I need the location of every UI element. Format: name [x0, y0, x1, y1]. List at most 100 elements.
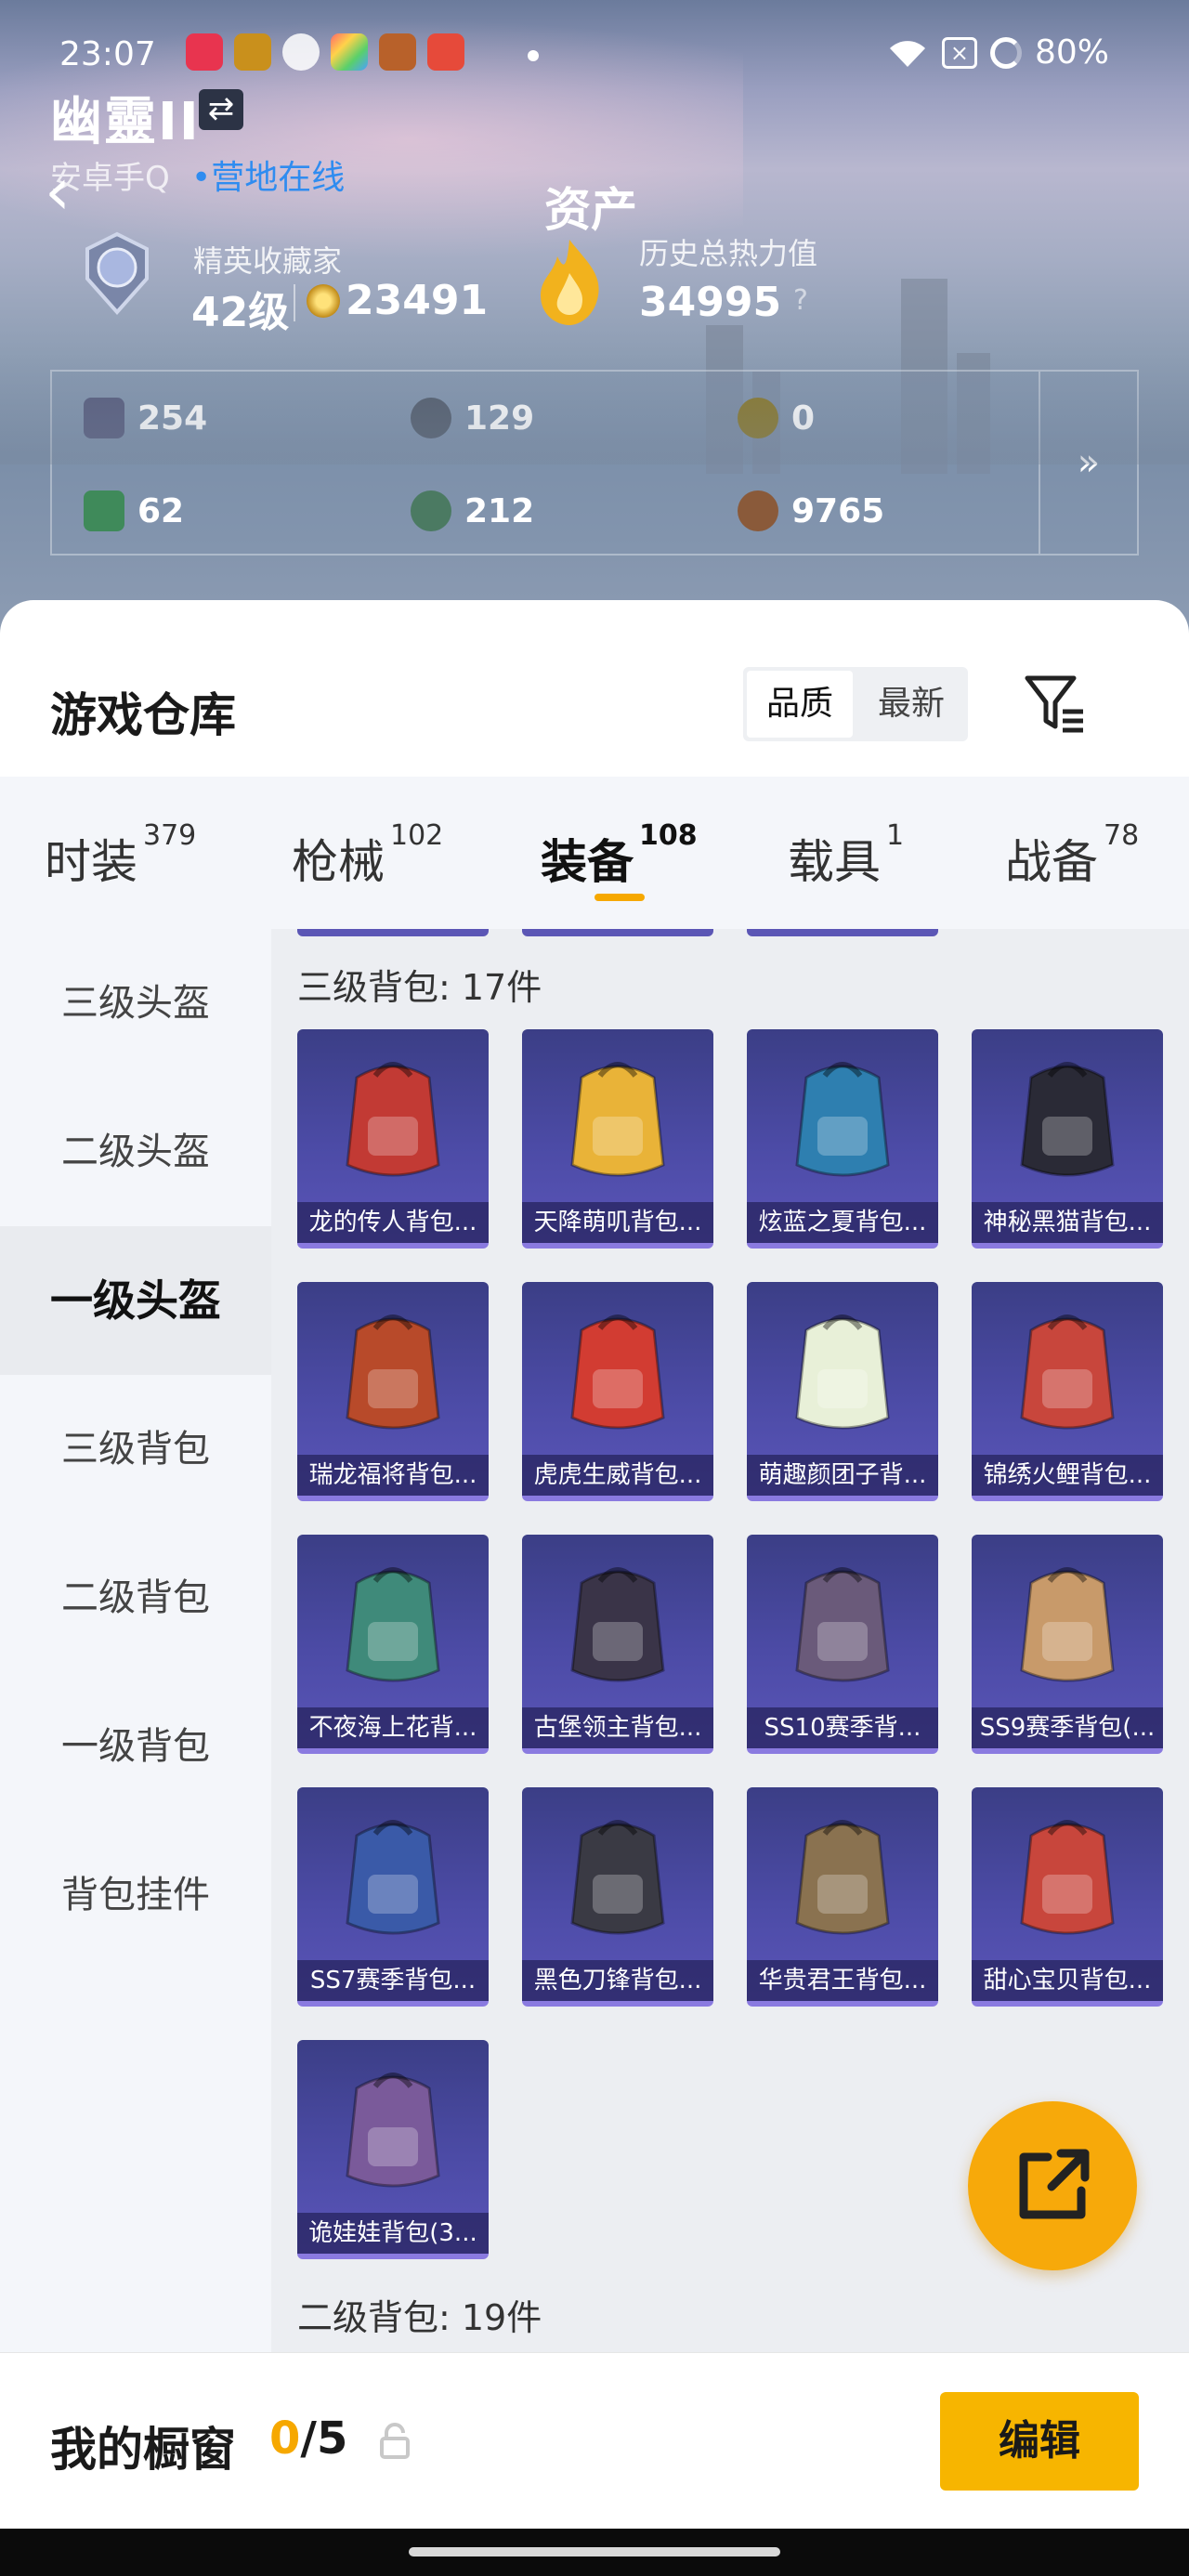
sort-quality-button[interactable]: 品质: [747, 671, 853, 738]
notification-icons: [186, 33, 464, 71]
backpack-icon: [570, 1314, 665, 1430]
sidebar-item-backpack-3[interactable]: 三级背包: [0, 1375, 271, 1523]
silver-coin-icon: [411, 398, 451, 438]
showcase-label: 我的橱窗: [50, 2423, 236, 2477]
online-status: •营地在线: [191, 159, 346, 197]
sidebar-item-backpack-1[interactable]: 一级背包: [0, 1672, 271, 1821]
backpack-icon: [346, 1062, 440, 1177]
item-card[interactable]: 瑞龙福将背包...: [297, 1282, 489, 1501]
resource-value: 254: [137, 399, 208, 438]
edit-button[interactable]: 编辑: [940, 2392, 1139, 2491]
lock-icon: [380, 2423, 410, 2459]
backpack-icon: [1020, 1314, 1115, 1430]
tab-weapons[interactable]: 枪械 102: [292, 819, 443, 892]
sidebar-item-pendant[interactable]: 背包挂件: [0, 1821, 271, 1969]
item-name: 天降萌叽背包...: [522, 1202, 713, 1243]
item-card[interactable]: SS7赛季背包...: [297, 1787, 489, 2007]
backpack-icon: [795, 1062, 890, 1177]
backpack-icon: [1020, 1567, 1115, 1682]
tab-label: 枪械: [292, 835, 385, 889]
resource-value: 129: [464, 399, 535, 438]
game-app-icon: [379, 33, 416, 71]
backpack-icon: [795, 1567, 890, 1682]
swap-account-button[interactable]: ⇄: [199, 89, 243, 130]
item-card[interactable]: 不夜海上花背...: [297, 1535, 489, 1754]
item-card[interactable]: 华贵君王背包...: [747, 1787, 938, 2007]
bronze-coin-icon: [738, 490, 778, 531]
tab-supplies[interactable]: 战备 78: [1005, 819, 1139, 892]
item-card[interactable]: 锦绣火鲤背包...: [972, 1282, 1163, 1501]
item-name: 华贵君王背包...: [747, 1960, 938, 2001]
item-name: 瑞龙福将背包...: [297, 1455, 489, 1496]
tab-label: 载具: [788, 835, 881, 889]
tab-count: 379: [143, 819, 197, 852]
item-name: 锦绣火鲤背包...: [972, 1455, 1163, 1496]
item-name: 龙的传人背包...: [297, 1202, 489, 1243]
skyline-building: [752, 372, 780, 474]
gold-token-icon: [738, 398, 778, 438]
item-card[interactable]: SS9赛季背包(...: [972, 1535, 1163, 1754]
item-name: SS7赛季背包...: [297, 1960, 489, 2001]
resource-gold: 0: [738, 390, 815, 446]
tab-label: 装备: [541, 835, 634, 889]
showcase-count: 0/5: [269, 2413, 347, 2465]
divider: [294, 284, 295, 321]
filter-icon[interactable]: [1022, 669, 1089, 736]
music-icon: [186, 33, 223, 71]
item-card[interactable]: 龙的传人背包...: [297, 1029, 489, 1249]
tab-count: 108: [639, 819, 698, 852]
item-card[interactable]: 神秘黑猫背包...: [972, 1029, 1163, 1249]
subcategory-sidebar: 三级头盔 二级头盔 一级头盔 三级背包 二级背包 一级背包 背包挂件: [0, 929, 271, 2352]
sidebar-item-helmet-3[interactable]: 三级头盔: [0, 929, 271, 1078]
item-card[interactable]: 甜心宝贝背包...: [972, 1787, 1163, 2007]
status-bar: 23:07 × 80%: [0, 28, 1189, 84]
item-card[interactable]: 古堡领主背包...: [522, 1535, 713, 1754]
item-name: 不夜海上花背...: [297, 1707, 489, 1748]
battery-percent: 80%: [1034, 33, 1109, 72]
skyline-building: [901, 279, 947, 474]
previous-row-card: [522, 929, 713, 936]
sidebar-item-helmet-1[interactable]: 一级头盔: [0, 1226, 271, 1375]
item-name: 古堡领主背包...: [522, 1707, 713, 1748]
tab-equipment[interactable]: 装备 108: [541, 819, 698, 892]
item-card[interactable]: 诡娃娃背包(3...: [297, 2040, 489, 2259]
item-name: 萌趣颜团子背...: [747, 1455, 938, 1496]
heat-help-icon[interactable]: ?: [793, 284, 808, 317]
backpack-icon: [1020, 1062, 1115, 1177]
game-store-icon: [234, 33, 271, 71]
section-heading: 三级背包: 17件: [297, 967, 542, 1008]
assets-title: 资产: [544, 183, 637, 237]
heat-value: 34995: [639, 279, 782, 326]
item-card[interactable]: SS10赛季背...: [747, 1535, 938, 1754]
battery-icon: [989, 36, 1022, 69]
tab-count: 102: [390, 819, 444, 852]
item-card[interactable]: 萌趣颜团子背...: [747, 1282, 938, 1501]
card-icon: [84, 398, 124, 438]
showcase-total: /5: [300, 2413, 348, 2465]
share-button[interactable]: [968, 2101, 1137, 2270]
skyline-building: [706, 325, 743, 474]
status-right: × 80%: [886, 33, 1109, 72]
home-indicator[interactable]: [409, 2547, 780, 2556]
green-orb-icon: [411, 490, 451, 531]
item-card[interactable]: 黑色刀锋背包...: [522, 1787, 713, 2007]
item-name: 甜心宝贝背包...: [972, 1960, 1163, 2001]
backpack-icon: [346, 2073, 440, 2188]
item-name: 神秘黑猫背包...: [972, 1202, 1163, 1243]
sidebar-item-helmet-2[interactable]: 二级头盔: [0, 1078, 271, 1226]
item-card[interactable]: 天降萌叽背包...: [522, 1029, 713, 1249]
showcase-bar: 我的橱窗 0/5 编辑: [0, 2352, 1189, 2529]
previous-row-card: [747, 929, 938, 936]
sidebar-item-backpack-2[interactable]: 二级背包: [0, 1523, 271, 1672]
item-name: 炫蓝之夏背包...: [747, 1202, 938, 1243]
resources-more-button[interactable]: »: [1039, 372, 1137, 554]
backpack-icon: [795, 1820, 890, 1935]
backpack-icon: [795, 1314, 890, 1430]
resource-orb: 212: [411, 483, 534, 539]
item-name: 诡娃娃背包(3...: [297, 2213, 489, 2254]
item-card[interactable]: 虎虎生威背包...: [522, 1282, 713, 1501]
tab-fashion[interactable]: 时装 379: [45, 819, 196, 892]
sort-newest-button[interactable]: 最新: [858, 671, 964, 738]
tab-vehicles[interactable]: 载具 1: [788, 819, 904, 892]
item-card[interactable]: 炫蓝之夏背包...: [747, 1029, 938, 1249]
